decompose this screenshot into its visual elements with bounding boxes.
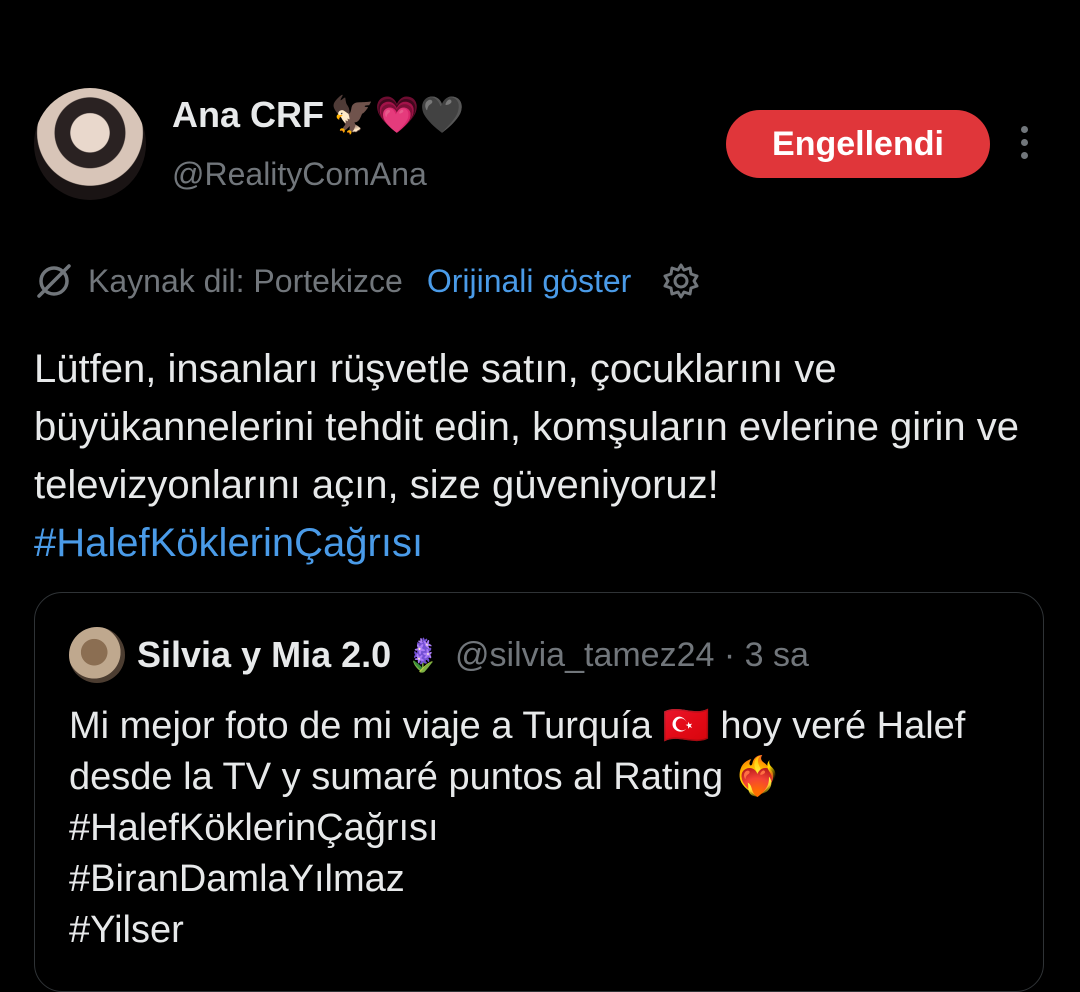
author-badges: 🦅💗🖤 — [330, 94, 465, 135]
quoted-author-name[interactable]: Silvia y Mia 2.0 — [137, 634, 391, 676]
author-handle[interactable]: @RealityComAna — [172, 156, 427, 193]
quoted-author-handle-time: @silvia_tamez24 · 3 sa — [455, 635, 809, 674]
quoted-author-emoji: 🪻 — [403, 637, 443, 673]
quoted-tweet-card[interactable]: Silvia y Mia 2.0 🪻 @silvia_tamez24 · 3 s… — [34, 592, 1044, 992]
author-display-name[interactable]: Ana CRF — [172, 94, 324, 136]
dot — [1020, 126, 1028, 133]
source-language-label: Kaynak dil: Portekizce — [88, 262, 403, 299]
tweet-header: Ana CRF 🦅💗🖤 @RealityComAna Engellendi — [34, 88, 1044, 202]
more-vertical-icon[interactable] — [1014, 126, 1034, 166]
quoted-tweet-text: Mi mejor foto de mi viaje a Turquía 🇹🇷 h… — [69, 705, 966, 951]
blocked-button[interactable]: Engellendi — [726, 110, 990, 178]
tweet-body: Lütfen, insanları rüşvetle satın, çocukl… — [34, 340, 1034, 572]
author-name-row: Ana CRF 🦅💗🖤 — [172, 94, 464, 136]
quoted-author-avatar[interactable] — [69, 627, 125, 683]
translate-off-icon — [37, 264, 71, 298]
tweet-hashtag-link[interactable]: #HalefKöklerinÇağrısı — [34, 521, 423, 565]
translation-bar: Kaynak dil: Portekizce Orijinali göster — [34, 258, 701, 304]
dot — [1020, 139, 1028, 146]
dot — [1020, 152, 1028, 159]
tweet-text: Lütfen, insanları rüşvetle satın, çocukl… — [34, 347, 1019, 507]
gear-icon[interactable] — [661, 261, 701, 301]
quoted-tweet-header: Silvia y Mia 2.0 🪻 @silvia_tamez24 · 3 s… — [69, 627, 809, 683]
show-original-link[interactable]: Orijinali göster — [427, 263, 632, 300]
author-avatar[interactable] — [34, 88, 146, 200]
